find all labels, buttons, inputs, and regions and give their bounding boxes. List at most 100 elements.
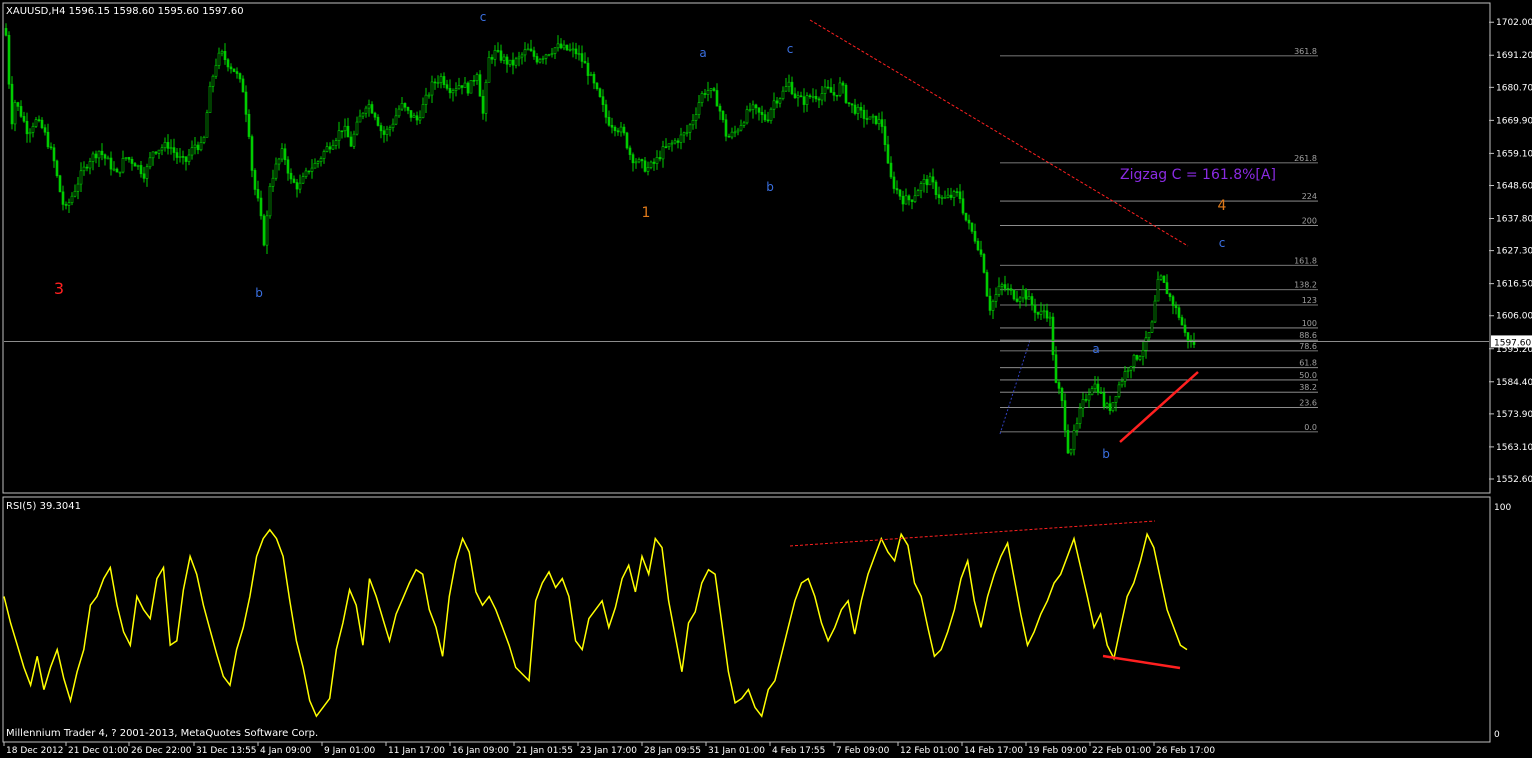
candle-body [568,49,572,51]
candle-body [574,48,578,55]
candle-body [835,94,839,97]
candle-body [271,177,275,187]
candle-body [733,131,737,134]
candle-body [967,219,971,224]
candle-body [922,179,926,184]
candle-body [940,197,944,199]
candle-body [388,127,392,130]
candle-body [847,102,851,104]
candle-body [721,110,725,121]
candle-body [763,114,767,121]
candle-body [826,86,830,89]
candle-body [511,59,515,66]
wave-label: 3 [54,279,64,298]
candle-body [1033,304,1037,313]
candle-body [130,159,134,164]
candle-body [535,56,539,63]
candle-body [538,59,542,63]
candle-body [433,81,437,84]
candle-body [778,98,782,104]
candle-body [442,76,446,85]
candle-body [25,120,29,135]
candle-body [166,142,170,149]
time-tick-label: 4 Feb 17:55 [772,746,825,756]
candle-body [760,112,764,115]
time-tick-label: 14 Feb 17:00 [964,746,1023,756]
candle-body [1120,380,1124,386]
candle-body [148,157,152,168]
trading-chart[interactable]: 361.8261.8224200161.8138.212310088.678.6… [0,0,1532,758]
candle-body [85,166,89,169]
candle-body [154,151,158,154]
candle-body [877,119,881,124]
candle-body [652,161,656,164]
candle-body [427,94,431,97]
candle-body [19,106,23,117]
fib-level-label: 23.6 [1299,398,1317,407]
time-tick-label: 9 Jan 01:00 [324,746,376,756]
candle-body [142,173,146,179]
candle-body [289,172,293,180]
candle-body [34,119,38,127]
candle-body [64,204,68,206]
candle-body [1102,392,1106,407]
candle-body [739,125,743,131]
candle-body [1006,288,1010,290]
rsi-header: RSI(5) 39.3041 [6,501,81,512]
candle-body [931,176,935,183]
candle-body [463,82,467,88]
candle-body [910,199,914,202]
rsi-tick-label: 0 [1494,730,1500,740]
candle-body [1087,394,1091,401]
candle-body [337,130,341,141]
candle-body [916,190,920,197]
candle-body [10,83,14,125]
candle-body [409,110,413,118]
candle-body [853,104,857,114]
candle-body [313,163,317,169]
candle-body [898,189,902,197]
price-tick-label: 1648.60 [1496,181,1532,191]
price-tick-label: 1573.90 [1496,410,1532,420]
fib-level-label: 78.6 [1299,342,1317,351]
candle-body [775,100,779,104]
candle-body [736,129,740,133]
candle-body [193,144,197,149]
candle-body [655,157,659,164]
candle-body [163,142,167,149]
candle-body [58,175,62,193]
candle-body [268,186,272,217]
candle-body [475,74,479,81]
candle-body [415,115,419,121]
price-tick-label: 1616.50 [1496,280,1532,290]
candle-body [1060,388,1064,401]
candle-body [484,82,488,114]
candle-body [1000,284,1004,287]
candle-body [634,161,638,164]
candle-body [646,167,650,172]
candle-body [88,161,92,169]
candle-body [145,166,149,179]
candle-body [13,102,17,125]
candle-body [598,88,602,97]
candle-body [499,50,503,61]
candle-body [769,108,773,121]
candle-body [514,58,518,66]
price-tick-label: 1680.70 [1496,83,1532,93]
candle-body [472,80,476,82]
candle-body [805,95,809,105]
candle-body [265,215,269,246]
candle-body [478,74,482,97]
candle-body [421,104,425,118]
candle-body [16,102,20,107]
candle-body [448,88,452,94]
candle-body [1111,402,1115,411]
candle-body [385,128,389,135]
candle-body [238,73,242,80]
candle-body [253,170,257,190]
candle-body [103,154,107,159]
candle-body [1012,290,1016,300]
candle-body [616,130,620,133]
candle-body [226,59,230,68]
candle-body [76,183,80,192]
